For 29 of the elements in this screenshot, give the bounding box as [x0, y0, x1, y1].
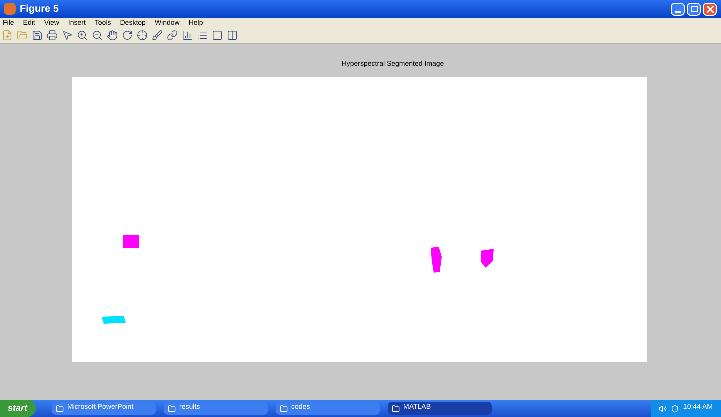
crosshair-icon[interactable]	[137, 30, 148, 41]
close-button[interactable]	[703, 2, 717, 16]
zoom-in-icon[interactable]	[77, 30, 88, 41]
brush-icon[interactable]	[152, 30, 163, 41]
rotate-icon[interactable]	[122, 30, 133, 41]
folder-icon	[392, 404, 400, 412]
segment-region-drawing	[102, 316, 126, 324]
panels-icon[interactable]	[227, 30, 238, 41]
minimize-button[interactable]	[671, 2, 685, 16]
close-icon	[706, 6, 714, 12]
square-icon[interactable]	[212, 30, 223, 41]
folder-icon	[168, 404, 176, 412]
save-icon[interactable]	[32, 30, 43, 41]
hand-icon[interactable]	[107, 30, 118, 41]
link-icon[interactable]	[167, 30, 178, 41]
start-button[interactable]: start	[0, 400, 36, 417]
colorbar-icon[interactable]	[182, 30, 193, 41]
pointer-icon[interactable]	[62, 30, 73, 41]
segment-region-drawing	[431, 247, 442, 273]
maximize-button[interactable]	[687, 2, 701, 16]
zoom-out-icon[interactable]	[92, 30, 103, 41]
window-title: Figure 5	[20, 2, 59, 16]
segment-region-drawing	[481, 249, 494, 268]
printer-icon[interactable]	[47, 30, 58, 41]
shield-icon	[671, 404, 680, 412]
folder-icon	[56, 404, 64, 412]
speaker-icon	[659, 404, 668, 412]
segment-region-drawing	[123, 235, 139, 248]
folder-icon	[280, 404, 288, 412]
